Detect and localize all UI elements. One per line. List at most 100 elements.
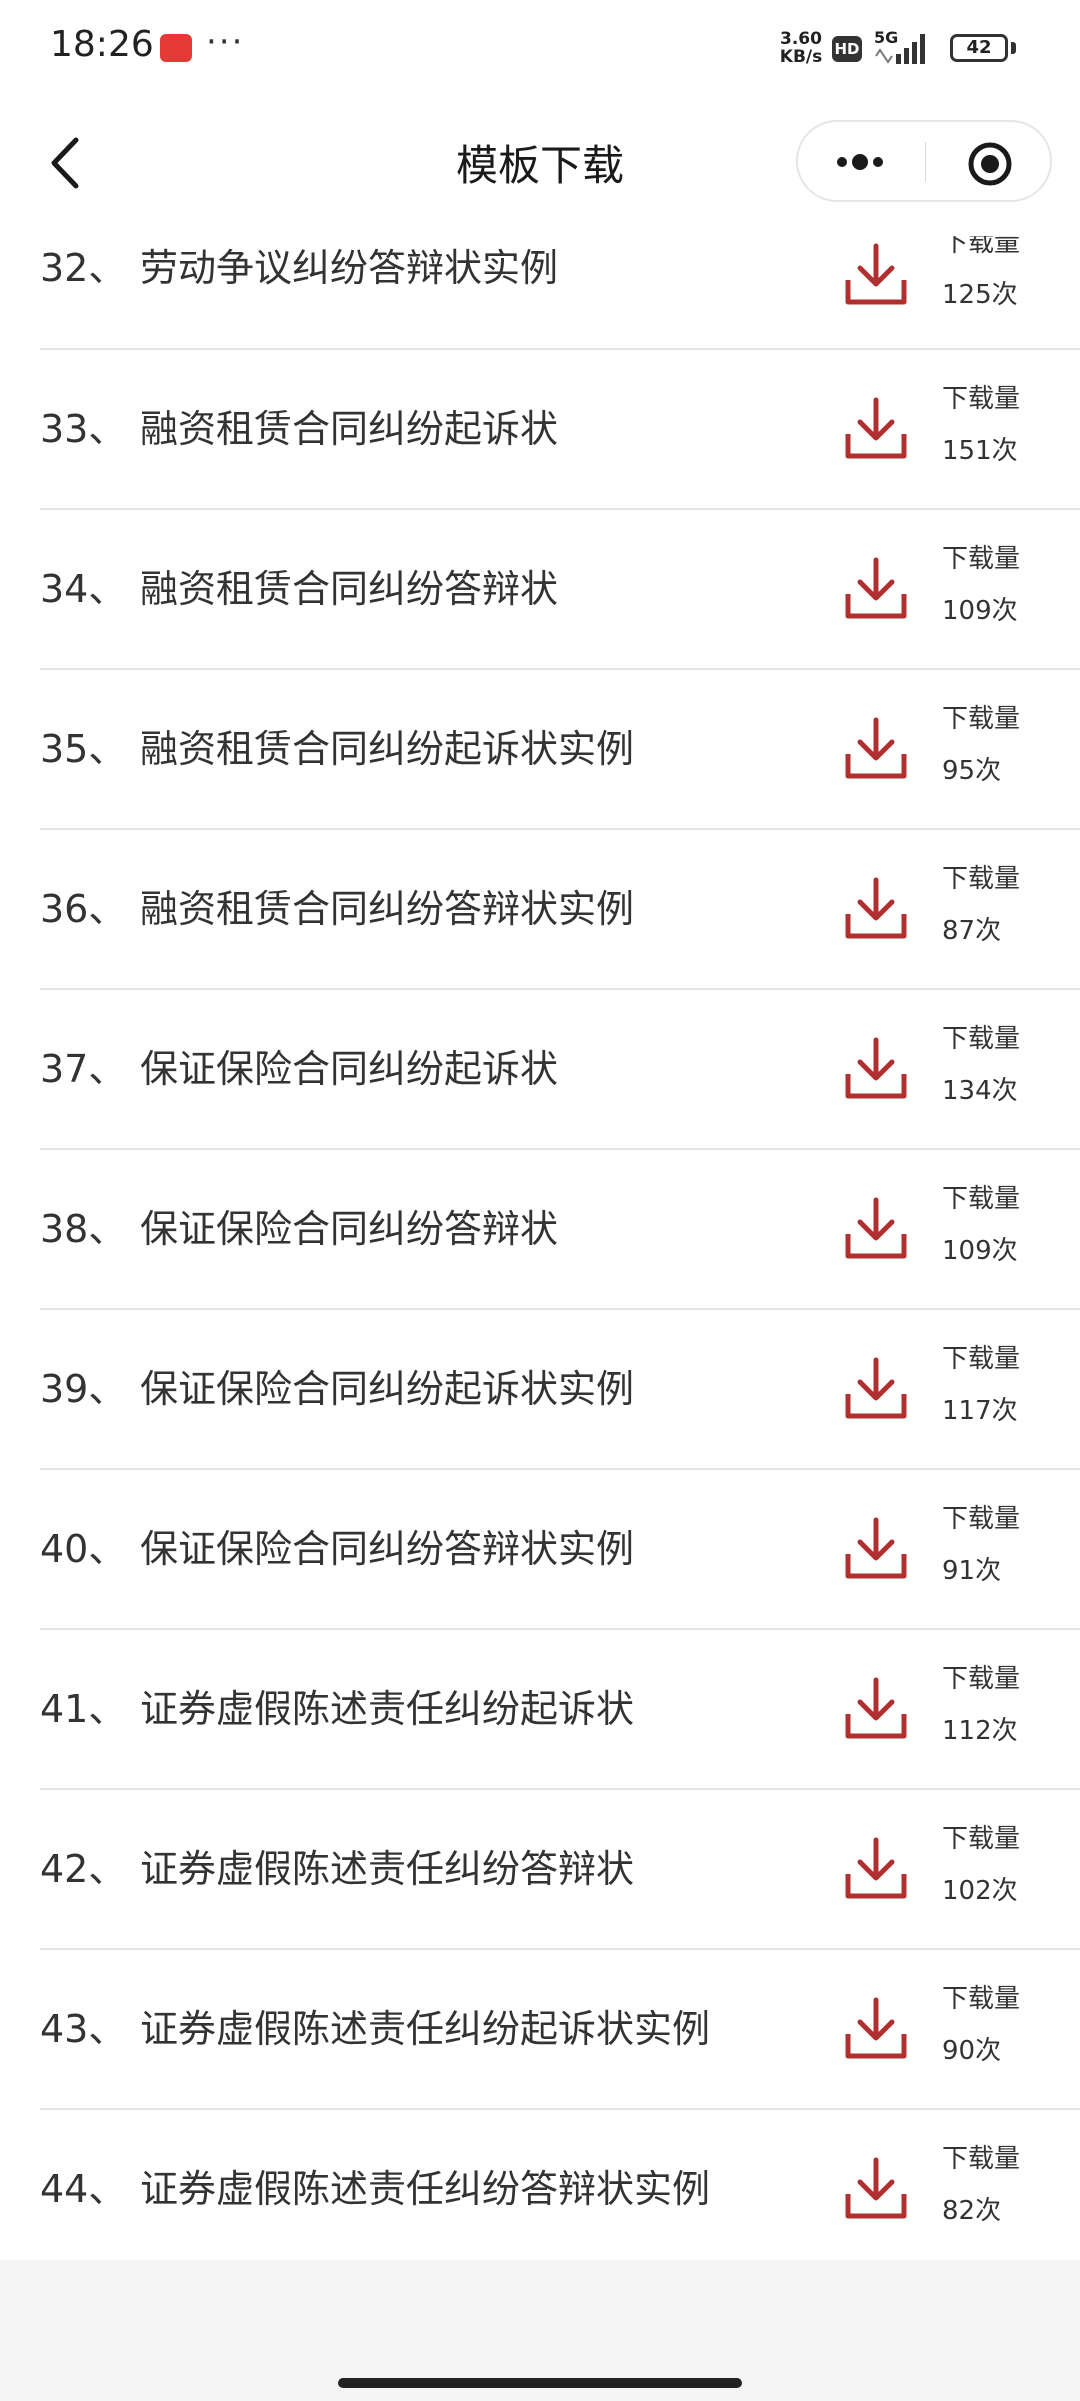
download-count-label: 下载量 [942,1664,1021,1694]
template-row[interactable]: 42、 证券虚假陈述责任纠纷答辩状 下载量 102次 [40,1790,1080,1950]
bottom-area [0,2260,1080,2401]
template-row[interactable]: 32、 劳动争议纠纷答辩状实例 下载量 125次 [40,208,1080,350]
template-name: 证券虚假陈述责任纠纷答辩状 [140,1847,635,1891]
download-count: 下载量 90次 [942,1982,1062,2068]
download-count-label: 下载量 [942,1344,1021,1374]
template-number: 32、 [40,246,127,290]
download-count-label: 下载量 [942,2144,1021,2174]
template-row[interactable]: 35、 融资租赁合同纠纷起诉状实例 下载量 95次 [40,670,1080,830]
download-icon[interactable] [844,2156,908,2222]
mini-program-capsule [796,120,1052,202]
download-icon[interactable] [844,1196,908,1262]
template-title[interactable]: 39、 保证保险合同纠纷起诉状实例 [40,1310,634,1468]
download-icon[interactable] [844,242,908,308]
template-row[interactable]: 44、 证券虚假陈述责任纠纷答辩状实例 下载量 82次 [40,2110,1080,2270]
template-row[interactable]: 33、 融资租赁合同纠纷起诉状 下载量 151次 [40,350,1080,510]
template-name: 融资租赁合同纠纷起诉状实例 [140,727,635,771]
template-title[interactable]: 35、 融资租赁合同纠纷起诉状实例 [40,670,634,828]
download-count: 下载量 102次 [942,1822,1062,1908]
download-count-value: 82次 [942,2196,1002,2226]
template-title[interactable]: 40、 保证保险合同纠纷答辩状实例 [40,1470,634,1628]
download-count-value: 87次 [942,916,1002,946]
download-icon[interactable] [844,1356,908,1422]
template-row[interactable]: 36、 融资租赁合同纠纷答辩状实例 下载量 87次 [40,830,1080,990]
download-count-value: 91次 [942,1556,1002,1586]
download-count-value: 117次 [942,1396,1018,1426]
download-count-label: 下载量 [942,1504,1021,1534]
template-name: 保证保险合同纠纷答辩状 [140,1207,559,1251]
template-title[interactable]: 41、 证券虚假陈述责任纠纷起诉状 [40,1630,634,1788]
template-row[interactable]: 43、 证券虚假陈述责任纠纷起诉状实例 下载量 90次 [40,1950,1080,2110]
template-row[interactable]: 40、 保证保险合同纠纷答辩状实例 下载量 91次 [40,1470,1080,1630]
template-title[interactable]: 34、 融资租赁合同纠纷答辩状 [40,510,558,668]
template-title[interactable]: 43、 证券虚假陈述责任纠纷起诉状实例 [40,1950,710,2108]
template-title[interactable]: 33、 融资租赁合同纠纷起诉状 [40,350,558,508]
download-icon[interactable] [844,396,908,462]
template-number: 35、 [40,727,127,771]
download-icon[interactable] [844,1996,908,2062]
back-icon[interactable] [44,130,90,196]
download-count-value: 90次 [942,2036,1002,2066]
download-count-label: 下载量 [942,1984,1021,2014]
template-name: 劳动争议纠纷答辩状实例 [140,246,559,290]
download-count: 下载量 82次 [942,2142,1062,2228]
status-bar: 18:26 ··· 3.60 KB/s HD 5G 42 [0,0,1080,96]
download-icon[interactable] [844,1036,908,1102]
download-icon[interactable] [844,556,908,622]
template-number: 40、 [40,1527,127,1571]
target-icon[interactable] [966,140,1014,188]
template-number: 41、 [40,1687,127,1731]
download-count-value: 102次 [942,1876,1018,1906]
download-icon[interactable] [844,716,908,782]
hd-badge: HD [832,36,862,62]
download-icon[interactable] [844,1836,908,1902]
download-count-label: 下载量 [942,1824,1021,1854]
template-number: 37、 [40,1047,127,1091]
template-name: 证券虚假陈述责任纠纷起诉状 [140,1687,635,1731]
download-count: 下载量 91次 [942,1502,1062,1588]
download-count: 下载量 117次 [942,1342,1062,1428]
download-count-value: 109次 [942,1236,1018,1266]
status-time: 18:26 [50,24,154,65]
download-count-label: 下载量 [942,544,1021,574]
home-indicator[interactable] [338,2378,742,2388]
download-count: 下载量 109次 [942,1182,1062,1268]
template-title[interactable]: 44、 证券虚假陈述责任纠纷答辩状实例 [40,2110,710,2268]
battery-tip [1011,42,1016,54]
download-count: 下载量 109次 [942,542,1062,628]
template-title[interactable]: 32、 劳动争议纠纷答辩状实例 [40,208,558,328]
template-name: 融资租赁合同纠纷起诉状 [140,407,559,451]
template-row[interactable]: 37、 保证保险合同纠纷起诉状 下载量 134次 [40,990,1080,1150]
download-icon[interactable] [844,1676,908,1742]
template-row[interactable]: 41、 证券虚假陈述责任纠纷起诉状 下载量 112次 [40,1630,1080,1790]
template-row[interactable]: 38、 保证保险合同纠纷答辩状 下载量 109次 [40,1150,1080,1310]
template-number: 38、 [40,1207,127,1251]
download-icon[interactable] [844,876,908,942]
download-count: 下载量 95次 [942,702,1062,788]
network-speed: 3.60 KB/s [775,30,827,66]
download-count-value: 151次 [942,436,1018,466]
capsule-divider [925,142,926,182]
network-type: 5G [874,28,899,47]
template-number: 34、 [40,567,127,611]
download-count-label: 下载量 [942,1184,1021,1214]
battery-icon: 42 [950,34,1008,62]
template-number: 43、 [40,2007,127,2051]
download-icon[interactable] [844,1516,908,1582]
template-name: 证券虚假陈述责任纠纷起诉状实例 [140,2007,711,2051]
download-count-value: 125次 [942,280,1018,310]
download-count-label: 下载量 [942,384,1021,414]
template-title[interactable]: 38、 保证保险合同纠纷答辩状 [40,1150,558,1308]
template-row[interactable]: 34、 融资租赁合同纠纷答辩状 下载量 109次 [40,510,1080,670]
more-dots-icon[interactable] [828,138,892,186]
status-more-icon: ··· [206,22,245,62]
template-title[interactable]: 36、 融资租赁合同纠纷答辩状实例 [40,830,634,988]
template-row[interactable]: 39、 保证保险合同纠纷起诉状实例 下载量 117次 [40,1310,1080,1470]
template-title[interactable]: 42、 证券虚假陈述责任纠纷答辩状 [40,1790,634,1948]
template-number: 36、 [40,887,127,931]
download-count-value: 109次 [942,596,1018,626]
download-count-value: 134次 [942,1076,1018,1106]
template-title[interactable]: 37、 保证保险合同纠纷起诉状 [40,990,558,1148]
template-name: 保证保险合同纠纷起诉状 [140,1047,559,1091]
download-count: 下载量 125次 [942,226,1062,312]
